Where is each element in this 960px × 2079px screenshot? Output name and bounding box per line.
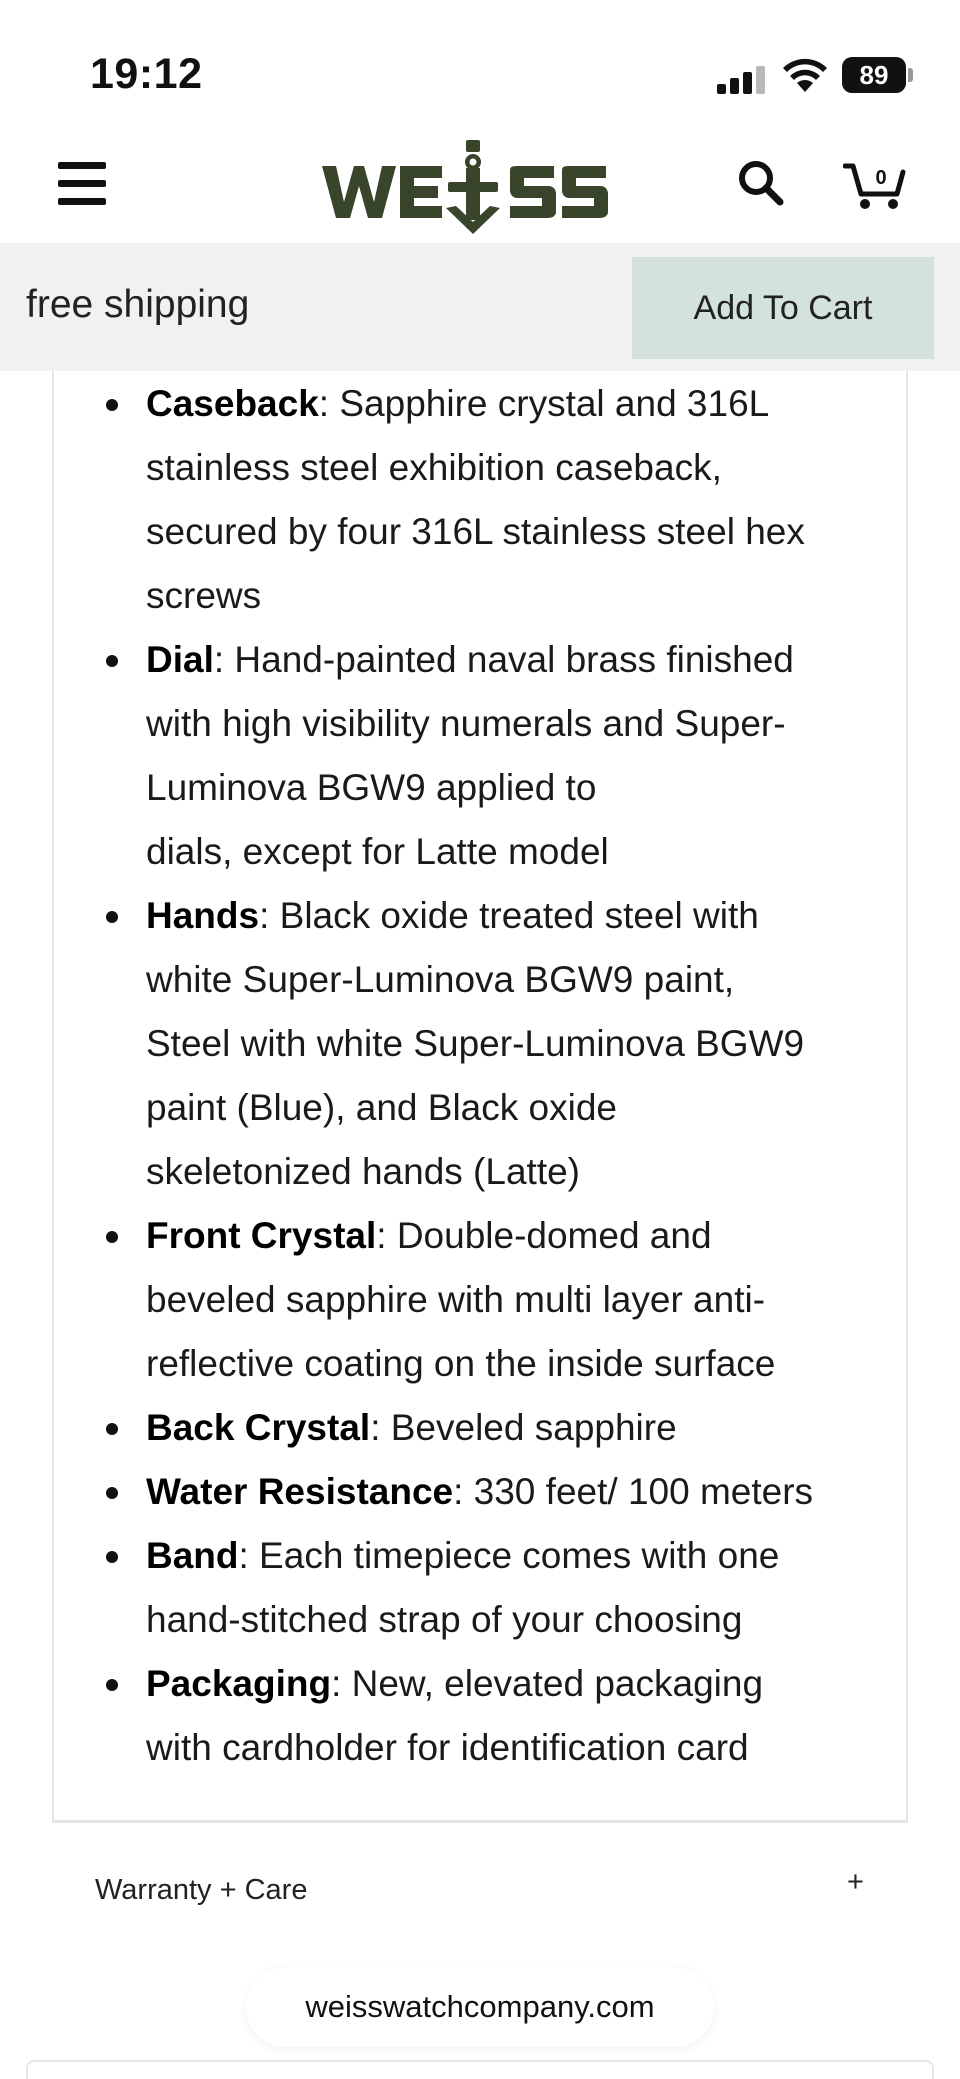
browser-url-bar[interactable]: weisswatchcompany.com [246,1967,714,2047]
spec-item: Back Crystal: Beveled sapphire [93,1396,883,1460]
spec-item: Hands: Black oxide treated steel with whi… [93,884,883,1204]
spec-term: Band [146,1535,239,1576]
spec-line: Back Crystal: Beveled sapphire [146,1396,883,1460]
spec-value: : New, elevated packaging [331,1663,764,1704]
spec-line: Band: Each timepiece comes with one [146,1524,883,1588]
spec-line: skeletonized hands (Latte) [146,1151,580,1192]
spec-line: Dial: Hand-painted naval brass finished [146,628,883,692]
spec-line: paint (Blue), and Black oxide [146,1087,617,1128]
spec-line: stainless steel exhibition caseback, [146,447,722,488]
spec-line: with cardholder for identification card [146,1727,749,1768]
spec-item: Caseback: Sapphire crystal and 316L stain… [93,372,883,628]
spec-line: Luminova BGW9 applied to [146,767,597,808]
cart-icon[interactable]: 0 [842,156,907,212]
spec-item: Packaging: New, elevated packaging with c… [93,1652,883,1780]
battery-icon: 89 [842,57,913,93]
spec-line: Steel with white Super-Luminova BGW9 [146,1023,805,1064]
sticky-cart-bar: free shipping Add To Cart [0,243,960,371]
spec-line: Packaging: New, elevated packaging [146,1652,883,1716]
spec-value: : Black oxide treated steel with [259,895,759,936]
spec-term: Water Resistance [146,1471,454,1512]
spec-term: Hands [146,895,260,936]
spec-term: Back Crystal [146,1407,371,1448]
cart-count: 0 [875,167,886,189]
status-bar: 19:12 89 [0,0,960,130]
status-time: 19:12 [90,50,203,98]
search-icon[interactable] [736,158,786,208]
battery-level: 89 [842,57,906,93]
spec-line: beveled sapphire with multi layer anti- [146,1279,766,1320]
hamburger-menu-icon[interactable] [58,162,106,206]
spec-value: : Beveled sapphire [370,1407,677,1448]
spec-value: : Sapphire crystal and 316L [318,383,770,424]
spec-value: : Double-domed and [376,1215,712,1256]
spec-line: with high visibility numerals and Super- [146,703,786,744]
spec-line: Water Resistance: 330 feet/ 100 meters [146,1460,883,1524]
spec-value: : Each timepiece comes with one [238,1535,780,1576]
add-to-cart-button[interactable]: Add To Cart [632,257,934,359]
signal-icon [717,66,767,94]
spec-line: reflective coating on the inside surface [146,1343,776,1384]
plus-icon[interactable]: + [847,1866,864,1899]
free-shipping-label: free shipping [26,283,250,326]
spec-item: Water Resistance: 330 feet/ 100 meters [93,1460,883,1524]
cart-icon-graphic: 0 [842,163,906,209]
spec-line: Hands: Black oxide treated steel with [146,884,883,948]
spec-line: screws [146,575,262,616]
spec-value: : Hand-painted naval brass finished [213,639,794,680]
spec-list: Caseback: Sapphire crystal and 316L stain… [93,372,883,1780]
spec-item: Dial: Hand-painted naval brass finished w… [93,628,883,884]
spec-line: Caseback: Sapphire crystal and 316L [146,372,883,436]
site-header: 0 [0,130,960,243]
spec-item: Front Crystal: Double-domed and beveled s… [93,1204,883,1396]
wifi-icon [783,58,827,92]
spec-term: Caseback [146,383,319,424]
spec-line: hand-stitched strap of your choosing [146,1599,743,1640]
spec-item: Band: Each timepiece comes with one hand-… [93,1524,883,1652]
weiss-logo[interactable] [322,140,638,236]
spec-term: Packaging [146,1663,332,1704]
spec-line: dials, except for Latte model [146,831,609,872]
spec-term: Front Crystal [146,1215,377,1256]
accordion-title: Warranty + Care [95,1874,308,1906]
warranty-care-accordion[interactable]: Warranty + Care + [54,1822,906,1954]
spec-value: : 330 feet/ 100 meters [453,1471,814,1512]
next-section-card [26,2060,934,2079]
spec-term: Dial [146,639,214,680]
spec-line: secured by four 316L stainless steel hex [146,511,805,552]
spec-line: white Super-Luminova BGW9 paint, [146,959,735,1000]
spec-line: Front Crystal: Double-domed and [146,1204,883,1268]
